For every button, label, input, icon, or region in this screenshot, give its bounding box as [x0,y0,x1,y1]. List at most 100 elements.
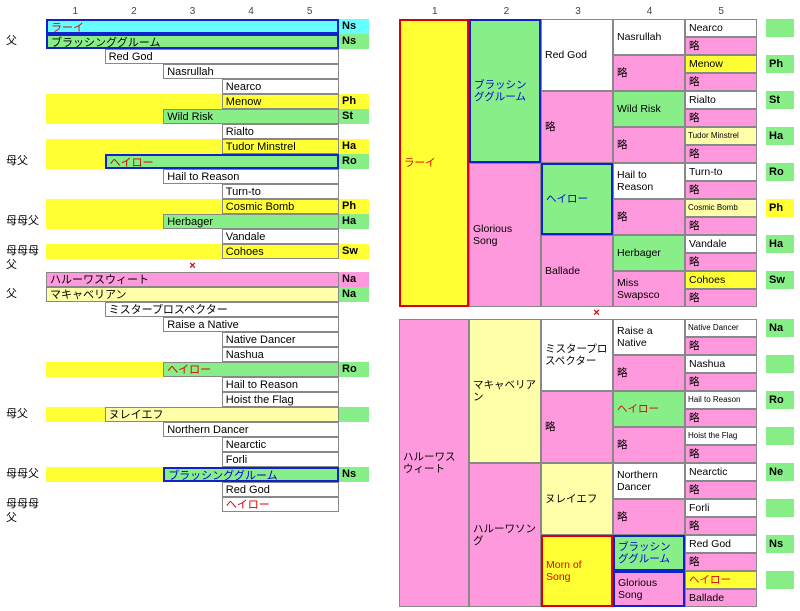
tree-cell: 略 [685,217,757,235]
tree-cell: 略 [685,109,757,127]
pedigree-row: Hoist the Flag [4,392,369,407]
horse-name: ブラッシンググルーム [46,34,339,49]
tree-cell: Menow [685,55,757,73]
tail-code: Ne [766,463,794,481]
pedigree-row: 母父 ヌレイエフ [4,407,369,422]
row-label [4,347,46,362]
left-panel: 1 2 3 4 5 ラーイ Ns 父ブラッシンググルームNsRed GodNas… [4,4,369,607]
horse-name: マキャベリアン [46,287,339,302]
cross-divider: × [4,259,369,272]
horse-name: Nasrullah [163,64,339,79]
tail-code [766,19,794,37]
pedigree-row: Vandale [4,229,369,244]
tail-code: Na [339,272,369,287]
row-label [4,139,46,154]
tree-cell: Glorious Song [469,163,541,307]
tree-cell: Red God [541,19,613,91]
horse-name: Native Dancer [222,332,339,347]
tail-code: Sw [339,244,369,259]
tail-code [766,355,794,373]
right-cross: × [399,307,794,319]
tail-code [766,499,794,517]
tail-code [766,109,794,127]
tail-code: Ns [339,34,369,49]
tree-cell: Wild Risk [613,91,685,127]
tail-code [766,337,794,355]
tail-code: Ns [339,467,369,482]
tree-cell: 略 [685,409,757,427]
tree-cell: Red God [685,535,757,553]
tree-cell: ヌレイエフ [541,463,613,535]
tail-code: Ph [339,94,369,109]
pedigree-row: 母母父HerbagerHa [4,214,369,229]
row-label: 母母母父 [4,244,46,259]
tree-cell: 略 [685,337,757,355]
tail-code [339,482,369,497]
tree-cell: Hoist the Flag [685,427,757,445]
tail-code [766,145,794,163]
row-label [4,392,46,407]
tail-code [766,445,794,463]
tree-cell: Tudor Minstrel [685,127,757,145]
pedigree-row: Wild RiskSt [4,109,369,124]
pedigree-row: Nashua [4,347,369,362]
pedigree-row: Red God [4,49,369,64]
left-header-top: 1 2 3 4 5 [4,4,369,19]
tail-code: Ph [339,199,369,214]
horse-name: Nashua [222,347,339,362]
tail-code [339,302,369,317]
tree-cell: 略 [613,427,685,463]
tree-cell: 略 [613,499,685,535]
pedigree-row: 父ブラッシンググルームNs [4,34,369,49]
row-label [4,362,46,377]
tree-cell: 略 [685,553,757,571]
horse-name: ブラッシンググルーム [163,467,339,482]
horse-name: ヘイロー [222,497,339,512]
tree-cell: Forli [685,499,757,517]
tail-code: Ph [766,199,794,217]
tree-cell: 略 [685,481,757,499]
tree-cell: ヘイロー [613,391,685,427]
tree-cell: 略 [685,181,757,199]
tail-code [766,571,794,589]
horse-name: ヘイロー [105,154,339,169]
tail-code [766,517,794,535]
tail-code [766,289,794,307]
tail-code: Sw [766,271,794,289]
tail-code [339,229,369,244]
pedigree-row: 母母母父ヘイロー [4,497,369,512]
tail-code: Ha [339,214,369,229]
pedigree-row: Native Dancer [4,332,369,347]
tail-code: Ph [766,55,794,73]
tail-code: Ha [766,127,794,145]
tree-cell: ハルーワスウィート [399,319,469,607]
tree-cell: Glorious Song [613,571,685,607]
tail-code [766,589,794,607]
horse-name: Northern Dancer [163,422,339,437]
row-label: 母父 [4,407,46,422]
tree-cell: 略 [613,199,685,235]
tree-cell: 略 [685,373,757,391]
horse-name: Forli [222,452,339,467]
tree-cell: ブラッシンググルーム [469,19,541,163]
row-label [4,124,46,139]
horse-name: ヌレイエフ [105,407,339,422]
horse-name: Hail to Reason [222,377,339,392]
pedigree-row: ヘイローRo [4,362,369,377]
pedigree-row: 母母母父CohoesSw [4,244,369,259]
pedigree-row: Turn-to [4,184,369,199]
tail-code [766,481,794,499]
horse-name: Menow [222,94,339,109]
row-label [4,64,46,79]
row-label: 父 [4,34,46,49]
pedigree-row: Raise a Native [4,317,369,332]
row-label [4,49,46,64]
tail-code [339,169,369,184]
horse-name: Raise a Native [163,317,339,332]
tree-cell: Raise a Native [613,319,685,355]
tree-cell: Cosmic Bomb [685,199,757,217]
tree-cell: Morn of Song [541,535,613,607]
pedigree-row: ミスタープロスペクター [4,302,369,317]
tree-cell: マキャベリアン [469,319,541,463]
left-bottom-title: ハルーワスウィート [46,272,339,287]
